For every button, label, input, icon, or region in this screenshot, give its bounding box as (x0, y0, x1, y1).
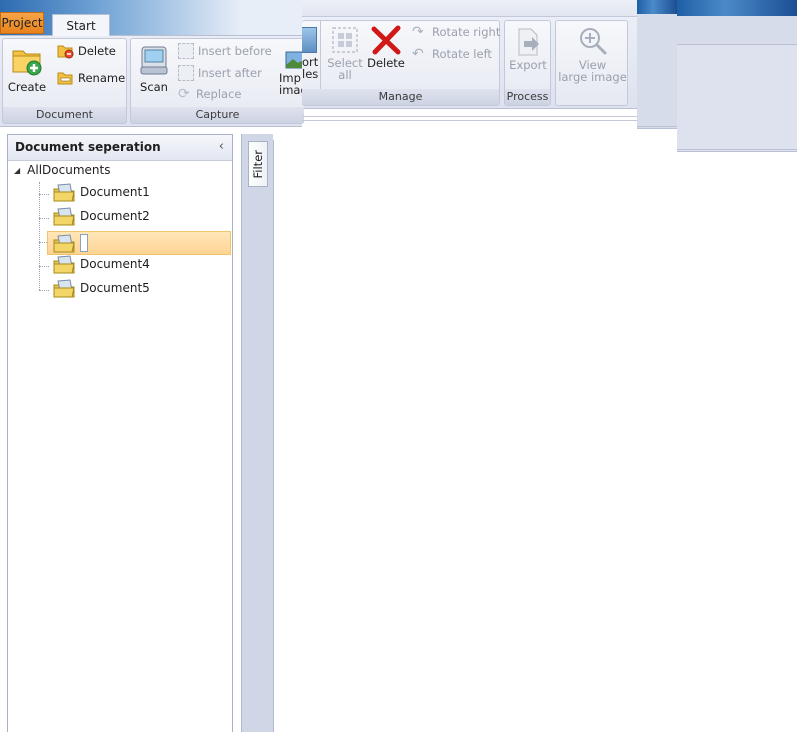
tree-item-document5[interactable]: Document5 (52, 277, 150, 299)
view-large-image-button[interactable]: View large image (558, 25, 627, 83)
rotate-left-icon: ↶ (412, 46, 424, 62)
create-label: Create (7, 80, 47, 94)
delete-page-button[interactable]: Delete (366, 25, 406, 69)
expand-triangle-icon[interactable]: ◢ (14, 166, 20, 175)
tree-root-label: AllDocuments (27, 163, 111, 177)
insert-after-button[interactable]: Insert after (178, 65, 262, 81)
magnifier-icon (579, 28, 606, 55)
rotate-left-label: Rotate left (432, 47, 492, 61)
document-folder-icon (53, 234, 75, 253)
import-partial-line2: les (302, 67, 319, 81)
process-group-label: Process (505, 89, 550, 105)
replace-label: Replace (196, 87, 242, 101)
tree-item-document1[interactable]: Document1 (52, 181, 150, 203)
delete-page-label: Delete (367, 56, 405, 70)
tree-item-document4[interactable]: Document4 (52, 253, 150, 275)
tree-connector-5 (39, 290, 49, 291)
insert-before-label: Insert before (198, 44, 272, 58)
create-folder-icon (12, 50, 42, 76)
ribbon-bottom-line-2 (302, 120, 637, 121)
tree-connector (39, 182, 40, 290)
tab-start[interactable]: Start (52, 14, 110, 36)
document-group-label: Document (3, 107, 126, 123)
process-group: Export Process (504, 20, 551, 106)
filter-strip: Filter (241, 134, 273, 732)
rename-edit-box[interactable] (80, 234, 88, 252)
manage-group: ort les Select all Delete ↷ Rotate right… (302, 20, 500, 106)
ribbon-top-strip (302, 0, 637, 17)
tree-connector-2 (39, 218, 49, 219)
tree-item-editing[interactable] (47, 231, 231, 255)
select-all-line2: all (338, 68, 352, 82)
image-preview-area (273, 140, 638, 732)
rotate-right-icon: ↷ (412, 24, 424, 40)
rename-label: Rename (78, 71, 126, 85)
rotate-right-button[interactable]: ↷ Rotate right (412, 25, 500, 39)
document-folder-icon (53, 255, 75, 274)
capture-group: Scan Insert before Insert after ⟳ Replac… (130, 38, 305, 124)
tree-connector-4 (39, 266, 49, 267)
rename-button[interactable]: Rename (57, 70, 125, 86)
delete-document-button[interactable]: Delete (57, 43, 116, 59)
insert-before-icon (178, 43, 194, 59)
scan-label: Scan (140, 80, 168, 94)
background-window-1 (637, 0, 677, 146)
background-window-2 (677, 0, 797, 152)
filter-tab[interactable]: Filter (248, 141, 268, 187)
import-image-partial-icon (302, 27, 317, 53)
export-label: Export (509, 58, 547, 72)
tree-connector-1 (39, 194, 49, 195)
scanner-icon (140, 46, 168, 75)
insert-before-button[interactable]: Insert before (178, 43, 272, 59)
insert-after-icon (178, 65, 194, 81)
ribbon-bottom-line (302, 116, 637, 117)
view-group-label (556, 89, 627, 105)
tree-item-document2[interactable]: Document2 (52, 205, 150, 227)
panel-header: Document seperation ‹ (8, 135, 232, 161)
tab-project[interactable]: Project (0, 12, 44, 34)
delete-document-label: Delete (78, 44, 116, 58)
select-all-button[interactable]: Select all (326, 25, 364, 81)
export-button[interactable]: Export (507, 27, 549, 71)
view-group: View large image (555, 20, 628, 106)
panel-title: Document seperation (15, 140, 161, 154)
replace-button[interactable]: ⟳ Replace (178, 87, 242, 101)
ribbon-tab-underline (0, 35, 302, 36)
rename-folder-icon (57, 72, 73, 85)
tree-item-label: Document2 (80, 209, 150, 223)
scan-button[interactable]: Scan (135, 43, 173, 93)
select-all-icon (332, 27, 358, 53)
import-images-partial-button[interactable]: ort les (302, 27, 318, 80)
insert-after-label: Insert after (198, 66, 262, 80)
capture-group-label: Capture (131, 107, 304, 123)
create-button[interactable]: Create (7, 43, 47, 93)
filter-label: Filter (251, 149, 265, 179)
document-group: Create Delete Rename Document (2, 38, 127, 124)
tree-item-label: Document5 (80, 281, 150, 295)
manage-group-label: Manage (302, 89, 499, 105)
delete-folder-icon (57, 45, 74, 59)
tree-item-label: Document1 (80, 185, 150, 199)
manage-divider (320, 21, 321, 91)
delete-x-icon (371, 25, 401, 55)
tree-item-label: Document4 (80, 257, 150, 271)
export-icon (518, 28, 539, 56)
rotate-right-label: Rotate right (432, 25, 501, 39)
collapse-panel-button[interactable]: ‹ (219, 135, 224, 160)
document-folder-icon (53, 279, 75, 298)
view-line2: large image (558, 70, 627, 84)
rotate-left-button[interactable]: ↶ Rotate left (412, 47, 492, 61)
document-folder-icon (53, 207, 75, 226)
replace-icon: ⟳ (178, 86, 190, 102)
ribbon-tab-strip (0, 0, 302, 36)
tree-root[interactable]: ◢ AllDocuments (14, 163, 110, 177)
document-folder-icon (53, 183, 75, 202)
